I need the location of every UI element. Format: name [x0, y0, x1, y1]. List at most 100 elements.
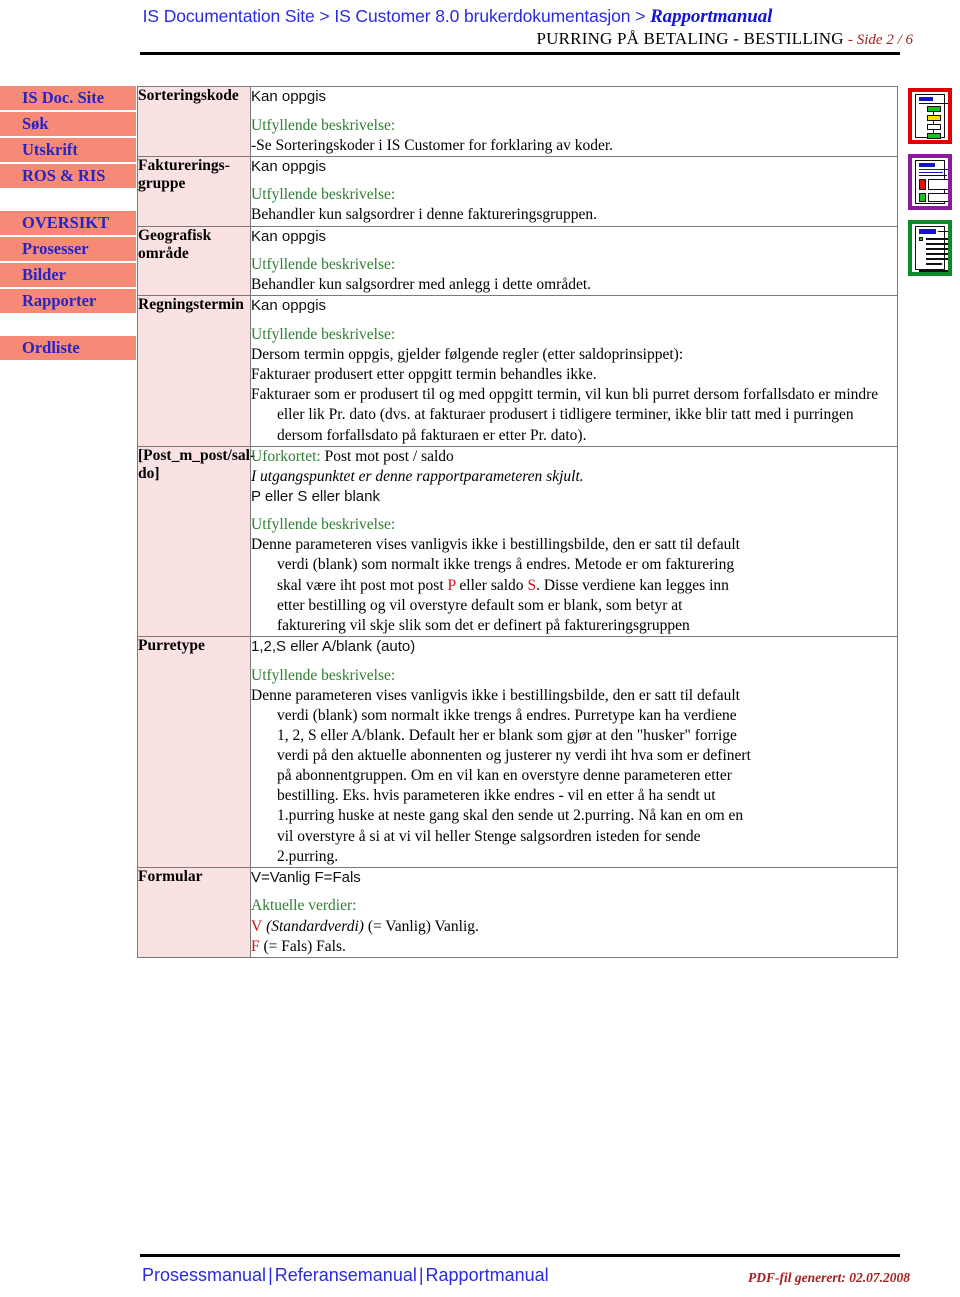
f-text: (= Fals) Fals. — [259, 937, 346, 955]
desc-line-b5: bestilling. Eks. hvis parameteren ikke e… — [277, 787, 716, 805]
table-row: Formular V=Vanlig F=Fals Aktuelle verdie… — [137, 866, 898, 958]
footer-separator-1: | — [268, 1265, 273, 1285]
footer-link-referansemanual[interactable]: Referansemanual — [275, 1265, 417, 1285]
image-icon-rule-1 — [919, 169, 948, 170]
code-p: P — [447, 576, 456, 594]
sidebar-item-is-doc-site[interactable]: IS Doc. Site — [0, 86, 136, 110]
desc-line-b8: 2.purring. — [277, 847, 339, 865]
table-row: Geografisk område Kan oppgis Utfyllende … — [137, 225, 898, 297]
value-line-v: V (Standardverdi) (= Vanlig) Vanlig. — [251, 917, 897, 937]
breadcrumb-separator-2: > — [630, 6, 651, 26]
v-standard-note: (Standardverdi) — [262, 917, 364, 935]
sidebar-item-ros-ris[interactable]: ROS & RIS — [0, 164, 136, 188]
desc-line-b4: på abonnentgruppen. Om en vil kan en ove… — [277, 767, 732, 785]
report-icon-page — [915, 226, 948, 272]
desc-line-b1: verdi (blank) som normalt ikke trengs å … — [277, 706, 737, 724]
image-icon-rule-2 — [919, 172, 943, 173]
image-icon-field-box-1 — [928, 179, 948, 190]
param-label-regningstermin: Regningstermin — [137, 295, 251, 447]
image-icon-page — [915, 160, 948, 204]
param-value: V=Vanlig F=Fals — [251, 868, 361, 886]
process-icon-node-1 — [927, 106, 941, 112]
desc-heading: Utfyllende beskrivelse: — [251, 116, 396, 134]
image-document-icon[interactable] — [908, 154, 952, 210]
sidebar-item-sok[interactable]: Søk — [0, 112, 136, 136]
table-row: [Post_m_post/sal-do] Uforkortet: Post mo… — [137, 445, 898, 638]
sidebar-item-oversikt[interactable]: OVERSIKT — [0, 211, 136, 235]
process-icon-page — [915, 94, 948, 139]
param-value: P eller S eller blank — [251, 487, 380, 505]
param-value: Kan oppgis — [251, 227, 327, 245]
report-icon-header-rule — [938, 231, 948, 232]
image-icon-field-red — [919, 179, 926, 190]
report-icon-bullet — [919, 237, 923, 241]
param-label-faktureringsgruppe: Fakturerings-gruppe — [137, 155, 251, 227]
footer-link-rapportmanual[interactable]: Rapportmanual — [426, 1265, 549, 1285]
code-s: S — [527, 576, 537, 594]
param-label-sorteringskode: Sorteringskode — [137, 86, 251, 157]
image-icon-field-green — [919, 193, 926, 202]
desc-line-b3: verdi på den aktuelle abonnenten og just… — [277, 747, 751, 765]
desc-text: Behandler kun salgsordrer i denne faktur… — [251, 206, 598, 224]
desc-line-b2: 1, 2, S eller A/blank. Default her er bl… — [277, 726, 737, 744]
desc-line-a: Denne parameteren vises vanligvis ikke i… — [251, 686, 740, 704]
header-divider — [140, 52, 900, 55]
report-icon-title-bar — [919, 229, 936, 234]
param-label-purretype: Purretype — [137, 636, 251, 868]
desc-b2-part-a: skal være iht post mot post — [277, 576, 448, 594]
param-value: Kan oppgis — [251, 297, 327, 315]
report-icon-line-5 — [926, 258, 948, 260]
param-body-faktureringsgruppe: Kan oppgis Utfyllende beskrivelse: Behan… — [250, 155, 898, 227]
desc-text: -Se Sorteringskoder i IS Customer for fo… — [251, 136, 614, 154]
footer-separator-2: | — [418, 1265, 424, 1285]
desc-line-b7: vil overstyre å si at vi vil heller Sten… — [277, 827, 701, 845]
desc-heading: Utfyllende beskrivelse: — [251, 325, 396, 343]
pdf-generated-date: PDF-fil generert: 02.07.2008 — [748, 1270, 910, 1285]
desc-b2-part-c: . Disse verdiene kan legges inn — [536, 576, 729, 594]
process-icon-title-bar — [919, 97, 933, 101]
footer-link-prosessmanual[interactable]: Prosessmanual — [142, 1265, 266, 1285]
param-label-geografisk-omrade: Geografisk område — [137, 225, 251, 297]
report-icon-line-3 — [926, 248, 948, 250]
desc-line-b3: etter bestilling og vil overstyre defaul… — [277, 596, 683, 614]
process-icon-node-4 — [927, 133, 941, 139]
desc-heading: Utfyllende beskrivelse: — [251, 516, 396, 534]
desc-heading: Utfyllende beskrivelse: — [251, 666, 396, 684]
process-icon-node-2 — [927, 115, 941, 121]
breadcrumb: IS Documentation Site > IS Customer 8.0 … — [0, 6, 915, 28]
sidebar-item-rapporter[interactable]: Rapporter — [0, 289, 136, 313]
param-body-purretype: 1,2,S eller A/blank (auto) Utfyllende be… — [250, 636, 898, 868]
table-row: Purretype 1,2,S eller A/blank (auto) Utf… — [137, 636, 898, 868]
sidebar-gap-2 — [0, 315, 136, 336]
breadcrumb-item-site[interactable]: IS Documentation Site — [143, 6, 315, 26]
footer-divider — [140, 1254, 900, 1257]
breadcrumb-item-current[interactable]: Rapportmanual — [650, 6, 772, 27]
desc-line-1: Dersom termin oppgis, gjelder følgende r… — [251, 345, 684, 363]
desc-b2-part-b: eller saldo — [455, 576, 528, 594]
report-document-icon[interactable] — [908, 220, 952, 276]
document-title-line: PURRING PÅ BETALING - BESTILLING - Side … — [0, 29, 914, 49]
sidebar-item-prosesser[interactable]: Prosesser — [0, 237, 136, 261]
breadcrumb-separator-1: > — [314, 6, 335, 26]
image-icon-footer-rule — [919, 206, 949, 208]
report-icon-line-4 — [926, 253, 948, 255]
sidebar-nav: IS Doc. Site Søk Utskrift ROS & RIS OVER… — [0, 86, 136, 362]
desc-line-b4: fakturering vil skje slik som det er def… — [277, 616, 690, 634]
desc-text: Behandler kun salgsordrer med anlegg i d… — [251, 276, 592, 294]
sidebar-item-ordliste[interactable]: Ordliste — [0, 336, 136, 360]
sidebar-item-utskrift[interactable]: Utskrift — [0, 138, 136, 162]
table-row: Regningstermin Kan oppgis Utfyllende bes… — [137, 295, 898, 447]
breadcrumb-item-manual[interactable]: IS Customer 8.0 brukerdokumentasjon — [334, 6, 630, 26]
parameter-table: Sorteringskode Kan oppgis Utfyllende bes… — [137, 86, 898, 958]
desc-line-b1: verdi (blank) som normalt ikke trengs å … — [277, 556, 735, 574]
document-type-icon-rail — [908, 88, 958, 286]
process-document-icon[interactable] — [908, 88, 952, 144]
report-icon-line-6 — [926, 263, 942, 265]
value-line-f: F (= Fals) Fals. — [251, 937, 897, 957]
code-f: F — [251, 937, 260, 955]
document-title: PURRING PÅ BETALING - BESTILLING — [536, 29, 844, 48]
table-row: Sorteringskode Kan oppgis Utfyllende bes… — [137, 86, 898, 157]
param-body-geografisk-omrade: Kan oppgis Utfyllende beskrivelse: Behan… — [250, 225, 898, 297]
sidebar-item-bilder[interactable]: Bilder — [0, 263, 136, 287]
param-label-post-m-post-saldo: [Post_m_post/sal-do] — [137, 445, 255, 638]
